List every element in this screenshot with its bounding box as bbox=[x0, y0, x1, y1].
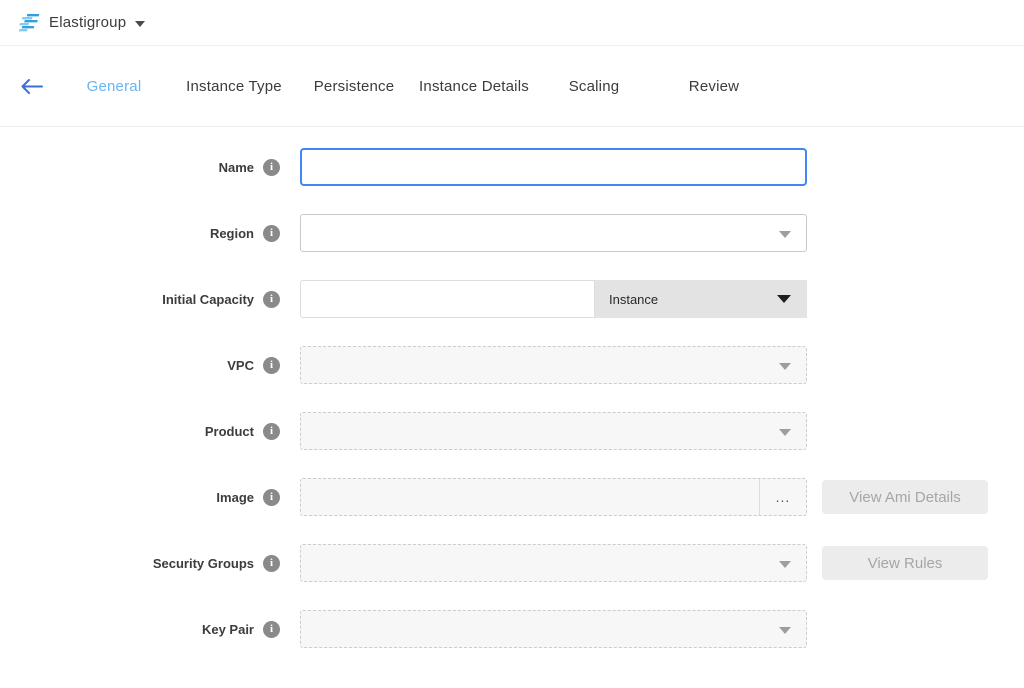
form-row-vpc: VPC i bbox=[0, 346, 1024, 384]
view-ami-details-button[interactable]: View Ami Details bbox=[822, 480, 988, 514]
general-settings-form: Name i Region i Initial Capacity i Inst bbox=[0, 127, 1024, 648]
browse-ellipsis-icon[interactable]: ... bbox=[759, 479, 806, 515]
elastigroup-logo-icon bbox=[14, 11, 40, 35]
key-pair-label: Key Pair bbox=[202, 622, 254, 637]
form-row-region: Region i bbox=[0, 214, 1024, 252]
form-row-key-pair: Key Pair i bbox=[0, 610, 1024, 648]
tab-instance-details[interactable]: Instance Details bbox=[414, 78, 534, 95]
region-info-icon[interactable]: i bbox=[263, 225, 280, 242]
form-row-security-groups: Security Groups i View Rules bbox=[0, 544, 1024, 582]
form-row-image: Image i ... View Ami Details bbox=[0, 478, 1024, 516]
chevron-down-icon bbox=[779, 363, 791, 370]
capacity-unit-select[interactable]: Instance bbox=[595, 280, 807, 318]
initial-capacity-info-icon[interactable]: i bbox=[263, 291, 280, 308]
product-select bbox=[300, 412, 807, 450]
initial-capacity-input[interactable] bbox=[300, 280, 595, 318]
security-groups-info-icon[interactable]: i bbox=[263, 555, 280, 572]
view-rules-button[interactable]: View Rules bbox=[822, 546, 988, 580]
security-groups-label: Security Groups bbox=[153, 556, 254, 571]
tab-general[interactable]: General bbox=[54, 78, 174, 95]
back-arrow-icon[interactable] bbox=[20, 71, 54, 101]
form-row-name: Name i bbox=[0, 148, 1024, 186]
product-info-icon[interactable]: i bbox=[263, 423, 280, 440]
vpc-label: VPC bbox=[227, 358, 254, 373]
image-info-icon[interactable]: i bbox=[263, 489, 280, 506]
security-groups-select bbox=[300, 544, 807, 582]
image-label: Image bbox=[216, 490, 254, 505]
name-info-icon[interactable]: i bbox=[263, 159, 280, 176]
key-pair-info-icon[interactable]: i bbox=[263, 621, 280, 638]
chevron-down-icon bbox=[777, 295, 791, 303]
name-input[interactable] bbox=[300, 148, 807, 186]
region-label: Region bbox=[210, 226, 254, 241]
form-row-product: Product i bbox=[0, 412, 1024, 450]
chevron-down-icon bbox=[779, 561, 791, 568]
form-row-initial-capacity: Initial Capacity i Instance bbox=[0, 280, 1024, 318]
vpc-info-icon[interactable]: i bbox=[263, 357, 280, 374]
tab-review[interactable]: Review bbox=[654, 78, 774, 95]
chevron-down-icon bbox=[779, 429, 791, 436]
key-pair-select bbox=[300, 610, 807, 648]
chevron-down-icon bbox=[779, 627, 791, 634]
wizard-tabs: General Instance Type Persistence Instan… bbox=[54, 78, 774, 95]
app-switcher-caret-icon[interactable] bbox=[135, 21, 145, 27]
tab-persistence[interactable]: Persistence bbox=[294, 78, 414, 95]
capacity-unit-value: Instance bbox=[609, 292, 658, 307]
wizard-tab-bar: General Instance Type Persistence Instan… bbox=[0, 46, 1024, 127]
top-bar: Elastigroup bbox=[0, 0, 1024, 46]
tab-scaling[interactable]: Scaling bbox=[534, 78, 654, 95]
initial-capacity-label: Initial Capacity bbox=[162, 292, 254, 307]
app-title: Elastigroup bbox=[49, 14, 126, 31]
region-select[interactable] bbox=[300, 214, 807, 252]
chevron-down-icon bbox=[779, 231, 791, 238]
name-label: Name bbox=[219, 160, 254, 175]
image-input: ... bbox=[300, 478, 807, 516]
tab-instance-type[interactable]: Instance Type bbox=[174, 78, 294, 95]
product-label: Product bbox=[205, 424, 254, 439]
vpc-select bbox=[300, 346, 807, 384]
